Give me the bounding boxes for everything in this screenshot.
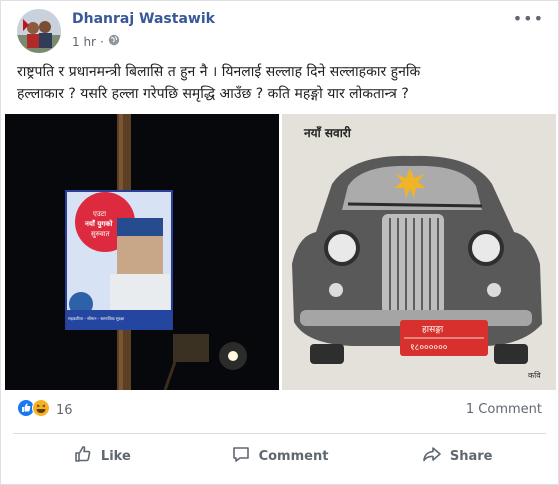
post-text-line-2: हल्लाकार ? यसरि हल्ला गरेपछि समृद्धि आउँ… (17, 86, 409, 102)
author-avatar[interactable] (17, 9, 61, 53)
post-meta: 1 hr · (72, 34, 120, 49)
photo-billboard[interactable]: एउटा नयाँ युगको सुरुवात सहकारिता - श्रीम… (5, 114, 279, 390)
post-images: एउटा नयाँ युगको सुरुवात सहकारिता - श्रीम… (5, 114, 556, 390)
post-header: Dhanraj Wastawik 1 hr · ••• (17, 9, 544, 57)
reaction-icons (17, 399, 50, 421)
post-actions: Like Comment Share (13, 438, 546, 474)
post-time[interactable]: 1 hr (72, 35, 96, 49)
thumbs-up-icon (73, 444, 93, 468)
photo-car-cartoon[interactable]: नयाँ सवारी हासङ्गा १८०००००० कवि (282, 114, 556, 390)
more-options-icon[interactable]: ••• (513, 9, 544, 28)
cartoon-caption: नयाँ सवारी (304, 126, 351, 140)
reaction-summary[interactable]: 16 (17, 399, 73, 421)
share-label: Share (449, 448, 493, 464)
feed-post: Dhanraj Wastawik 1 hr · ••• राष्ट्रपति र… (0, 0, 559, 485)
comment-count-link[interactable]: 1 Comment (466, 402, 542, 417)
haha-reaction-icon (32, 399, 50, 421)
banner-text-3: सुरुवात (91, 230, 110, 238)
banner-text-1: एउटा (93, 210, 107, 218)
share-arrow-icon (422, 444, 442, 468)
plate-line-1: हासङ्गा (422, 325, 444, 335)
plate-line-2: १८०००००० (410, 343, 448, 353)
post-text: राष्ट्रपति र प्रधानमन्त्री बिलासि त हुन … (17, 61, 537, 105)
comment-button[interactable]: Comment (191, 438, 369, 474)
meta-separator: · (100, 34, 104, 49)
author-name[interactable]: Dhanraj Wastawik (72, 11, 215, 27)
like-button[interactable]: Like (13, 438, 191, 474)
share-button[interactable]: Share (368, 438, 546, 474)
cartoon-signature: कवि (528, 371, 541, 380)
post-text-line-1: राष्ट्रपति र प्रधानमन्त्री बिलासि त हुन … (17, 64, 421, 80)
comment-label: Comment (258, 448, 329, 464)
banner-footer: सहकारिता - श्रीमान - सामाजिक सुरक्षा (68, 316, 125, 321)
globe-icon[interactable] (108, 34, 120, 49)
action-divider (13, 433, 546, 434)
comment-bubble-icon (231, 444, 251, 468)
banner-text-2: नयाँ युगको (85, 220, 113, 228)
reaction-count[interactable]: 16 (56, 403, 73, 418)
like-label: Like (100, 448, 131, 464)
